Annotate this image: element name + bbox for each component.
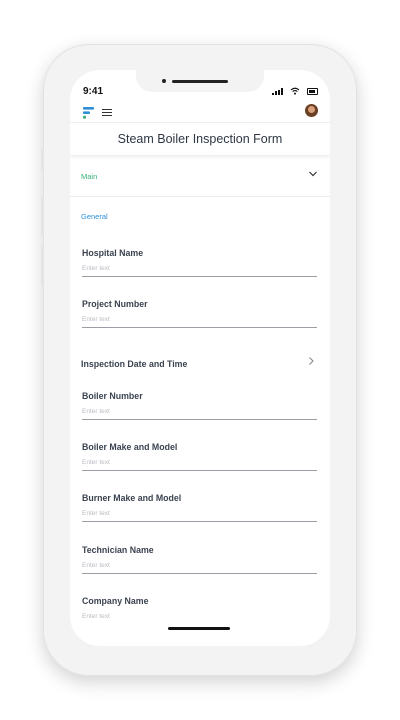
technician-name-input[interactable] xyxy=(82,562,317,574)
company-name-input[interactable] xyxy=(82,613,317,624)
wifi-icon xyxy=(290,87,300,95)
burner-make-model-input[interactable] xyxy=(82,510,317,522)
boiler-make-model-input[interactable] xyxy=(82,459,317,471)
status-icons xyxy=(272,87,318,95)
burner-make-model-field: Burner Make and Model xyxy=(82,493,317,522)
speaker-bar xyxy=(172,80,228,83)
app-screen: 9:41 Steam Boiler Inspection Form Main G… xyxy=(70,70,330,646)
hospital-name-field: Hospital Name xyxy=(82,248,317,277)
inspection-date-time-row[interactable]: Inspection Date and Time xyxy=(81,356,317,372)
company-name-field: Company Name xyxy=(82,596,317,624)
inspection-date-time-label: Inspection Date and Time xyxy=(81,359,188,369)
hospital-name-input[interactable] xyxy=(82,265,317,277)
technician-name-field: Technician Name xyxy=(82,545,317,574)
notch xyxy=(136,70,264,92)
boiler-number-field: Boiler Number xyxy=(82,391,317,420)
boiler-make-model-field: Boiler Make and Model xyxy=(82,442,317,471)
avatar[interactable] xyxy=(305,104,318,117)
menu-icon[interactable] xyxy=(102,109,112,117)
group-label: General xyxy=(81,212,108,221)
phone-volume-down xyxy=(41,246,44,286)
signal-icon xyxy=(272,87,283,95)
project-number-input[interactable] xyxy=(82,316,317,328)
section-main-toggle[interactable]: Main xyxy=(70,154,330,197)
form-header: Steam Boiler Inspection Form xyxy=(70,122,330,155)
phone-volume-up xyxy=(41,196,44,236)
logo-icon xyxy=(83,107,94,119)
section-label: Main xyxy=(81,172,98,181)
field-label: Project Number xyxy=(82,299,148,309)
field-label: Company Name xyxy=(82,596,149,606)
page-title: Steam Boiler Inspection Form xyxy=(117,132,283,146)
phone-side-button xyxy=(41,148,44,170)
field-label: Technician Name xyxy=(82,545,154,555)
boiler-number-input[interactable] xyxy=(82,408,317,420)
camera-dot xyxy=(162,79,166,83)
field-label: Burner Make and Model xyxy=(82,493,182,503)
status-time: 9:41 xyxy=(83,86,104,97)
chevron-down-icon xyxy=(309,171,317,177)
battery-icon xyxy=(307,87,318,95)
project-number-field: Project Number xyxy=(82,299,317,328)
chevron-right-icon xyxy=(309,357,314,365)
field-label: Boiler Make and Model xyxy=(82,442,178,452)
app-toolbar xyxy=(70,103,330,123)
field-label: Hospital Name xyxy=(82,248,144,258)
home-indicator xyxy=(168,627,230,630)
field-label: Boiler Number xyxy=(82,391,143,401)
